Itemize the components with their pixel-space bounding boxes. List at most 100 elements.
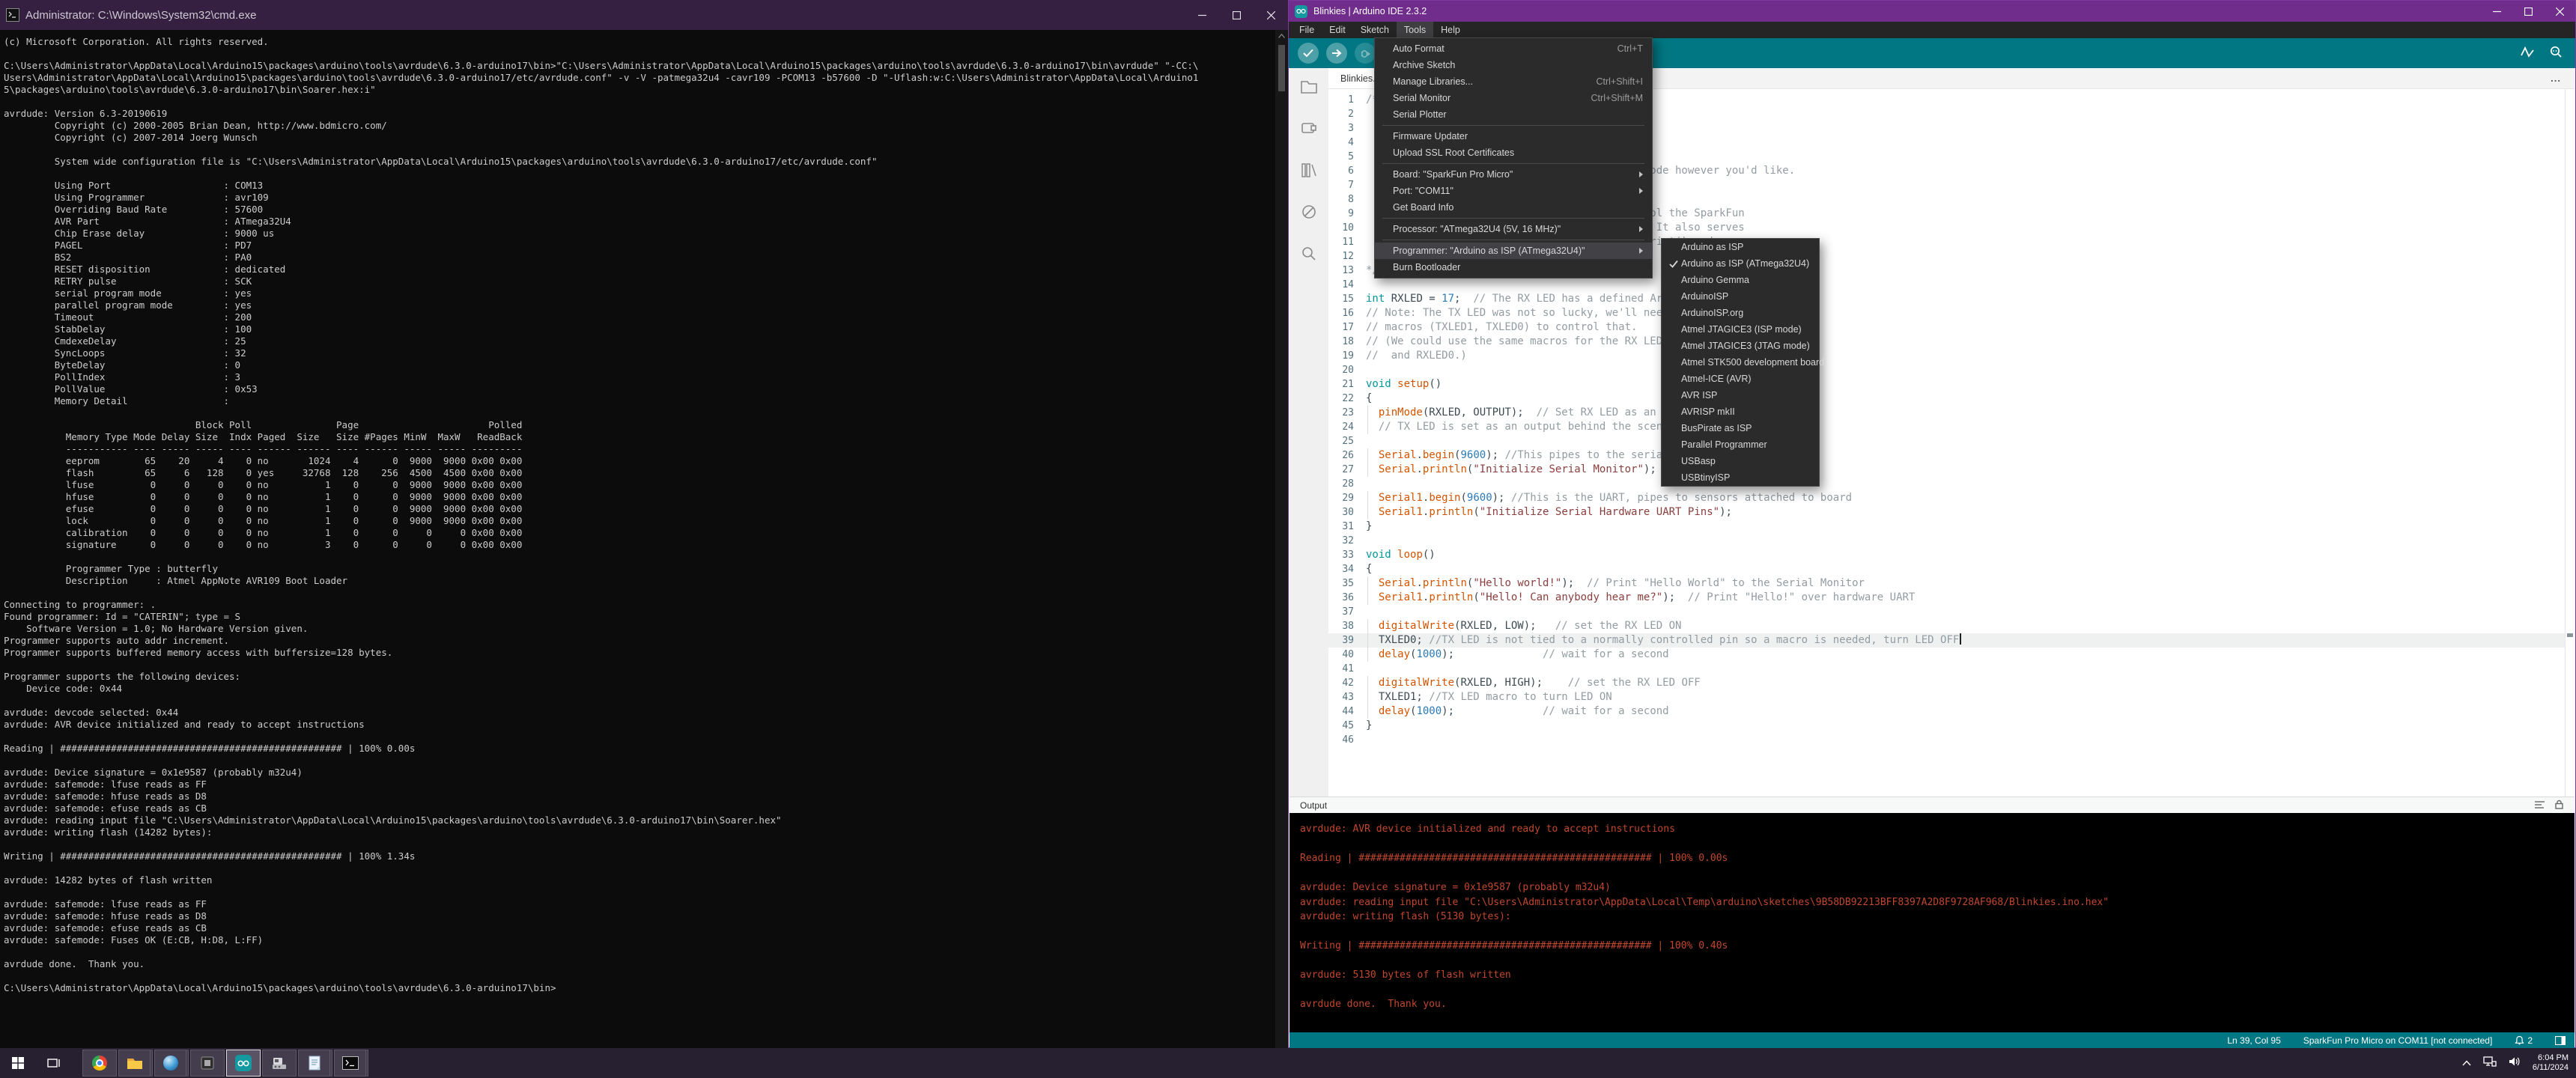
programmer-option[interactable]: Arduino Gemma	[1662, 272, 1819, 288]
tab-more-actions[interactable]: ...	[2551, 73, 2561, 84]
editor-line[interactable]: 38 digitalWrite(RXLED, LOW); // set the …	[1328, 619, 2575, 633]
boards-manager-icon[interactable]	[1298, 118, 1319, 138]
editor-line[interactable]: 28	[1328, 477, 2575, 491]
taskbar-app-file-explorer[interactable]	[118, 1050, 153, 1077]
cmd-titlebar[interactable]: Administrator: C:\Windows\System32\cmd.e…	[0, 0, 1288, 30]
menubar-item-tools[interactable]: Tools	[1397, 22, 1433, 38]
programmer-option[interactable]: Parallel Programmer	[1662, 436, 1819, 453]
scroll-up-icon[interactable]	[1275, 30, 1288, 42]
taskbar-app-chrome[interactable]	[82, 1050, 117, 1077]
editor-line[interactable]: 26 Serial.begin(9600); //This pipes to t…	[1328, 448, 2575, 463]
editor-line[interactable]: 41	[1328, 662, 2575, 676]
tools-menu-item[interactable]: Port: "COM11"	[1375, 183, 1652, 199]
toggle-panel-icon[interactable]	[2555, 1036, 2566, 1045]
tools-menu-item[interactable]: Manage Libraries...Ctrl+Shift+I	[1375, 73, 1652, 90]
programmer-option[interactable]: Arduino as ISP	[1662, 239, 1819, 255]
library-manager-icon[interactable]	[1298, 159, 1319, 180]
editor-line[interactable]: 27 Serial.println("Initialize Serial Mon…	[1328, 463, 2575, 477]
programmer-option[interactable]: Atmel JTAGICE3 (JTAG mode)	[1662, 338, 1819, 354]
editor-line[interactable]: 42 digitalWrite(RXLED, HIGH); // set the…	[1328, 676, 2575, 690]
tools-menu-item[interactable]: Processor: "ATmega32U4 (5V, 16 MHz)"	[1375, 221, 1652, 237]
serial-monitor-icon[interactable]	[2548, 45, 2563, 62]
editor-line[interactable]: 29 Serial1.begin(9600); //This is the UA…	[1328, 491, 2575, 505]
start-button[interactable]	[0, 1048, 36, 1078]
editor-line[interactable]: 37	[1328, 605, 2575, 619]
programmer-option[interactable]: Arduino as ISP (ATmega32U4)	[1662, 255, 1819, 272]
editor-line[interactable]: 31}	[1328, 520, 2575, 534]
taskbar-app-internet-explorer[interactable]	[154, 1050, 189, 1077]
editor-line[interactable]: 46	[1328, 733, 2575, 747]
editor-line[interactable]: 34{	[1328, 562, 2575, 576]
editor-line[interactable]: 25	[1328, 434, 2575, 448]
clear-output-icon[interactable]	[2534, 800, 2545, 811]
cmd-maximize-button[interactable]	[1219, 0, 1254, 30]
output-console[interactable]: avrdude: AVR device initialized and read…	[1289, 813, 2575, 1032]
editor-line[interactable]: 40 delay(1000); // wait for a second	[1328, 648, 2575, 662]
editor-line[interactable]: 35 Serial.println("Hello world!"); // Pr…	[1328, 576, 2575, 591]
tools-menu-item[interactable]: Programmer: "Arduino as ISP (ATmega32U4)…	[1375, 243, 1652, 259]
programmer-option[interactable]: Atmel-ICE (AVR)	[1662, 371, 1819, 387]
editor-line[interactable]: 32	[1328, 534, 2575, 548]
programmer-option[interactable]: Atmel STK500 development board	[1662, 354, 1819, 371]
taskbar-app-device[interactable]	[262, 1050, 297, 1077]
editor-line[interactable]: 22{	[1328, 392, 2575, 406]
editor-line[interactable]: 19// and RXLED0.)	[1328, 349, 2575, 363]
editor-line[interactable]: 45}	[1328, 719, 2575, 733]
search-icon[interactable]	[1298, 243, 1319, 264]
verify-button[interactable]	[1298, 43, 1319, 64]
programmer-option[interactable]: AVRISP mkII	[1662, 404, 1819, 420]
programmer-option[interactable]: ArduinoISP	[1662, 288, 1819, 305]
taskbar-clock[interactable]: 6:04 PM 6/11/2024	[2533, 1053, 2569, 1073]
ide-close-button[interactable]	[2544, 1, 2575, 22]
editor-line[interactable]: 20	[1328, 363, 2575, 377]
menubar-item-edit[interactable]: Edit	[1322, 22, 1353, 38]
editor-line[interactable]: 15int RXLED = 17; // The RX LED has a de…	[1328, 292, 2575, 306]
editor-overview-ruler[interactable]	[2565, 89, 2575, 797]
editor-line[interactable]: 23 pinMode(RXLED, OUTPUT); // Set RX LED…	[1328, 406, 2575, 420]
terminal-output[interactable]: (c) Microsoft Corporation. All rights re…	[4, 30, 1275, 1048]
editor-line[interactable]: 17// macros (TXLED1, TXLED0) to control …	[1328, 320, 2575, 335]
menubar-item-file[interactable]: File	[1292, 22, 1322, 38]
ide-minimize-button[interactable]	[2481, 1, 2512, 22]
editor-line[interactable]: 39 TXLED0; //TX LED is not tied to a nor…	[1328, 633, 2575, 648]
cmd-minimize-button[interactable]	[1185, 0, 1219, 30]
tools-menu-item[interactable]: Serial MonitorCtrl+Shift+M	[1375, 90, 1652, 106]
editor-line[interactable]: 33void loop()	[1328, 548, 2575, 562]
editor-line[interactable]: 14	[1328, 278, 2575, 292]
taskbar-app-chip[interactable]	[190, 1050, 225, 1077]
taskbar-app-arduino-ide[interactable]	[226, 1050, 261, 1077]
programmer-option[interactable]: USBasp	[1662, 453, 1819, 469]
tools-menu-item[interactable]: Board: "SparkFun Pro Micro"	[1375, 166, 1652, 183]
cmd-close-button[interactable]	[1254, 0, 1288, 30]
serial-plotter-icon[interactable]	[2520, 45, 2535, 62]
tools-menu-item[interactable]: Upload SSL Root Certificates	[1375, 144, 1652, 161]
task-view-button[interactable]	[36, 1048, 72, 1078]
editor-line[interactable]: 18// (We could use the same macros for t…	[1328, 335, 2575, 349]
taskbar-app-notepad[interactable]	[298, 1050, 332, 1077]
debug-button[interactable]	[1355, 43, 1376, 64]
terminal-scrollbar[interactable]	[1275, 30, 1288, 1048]
editor-line[interactable]: 44 delay(1000); // wait for a second	[1328, 704, 2575, 719]
programmer-option[interactable]: ArduinoISP.org	[1662, 305, 1819, 321]
editor-line[interactable]: 43 TXLED1; //TX LED macro to turn LED ON	[1328, 690, 2575, 704]
menubar-item-help[interactable]: Help	[1433, 22, 1468, 38]
menubar-item-sketch[interactable]: Sketch	[1353, 22, 1397, 38]
tools-menu-item[interactable]: Firmware Updater	[1375, 128, 1652, 144]
programmer-option[interactable]: BusPirate as ISP	[1662, 420, 1819, 436]
tray-chevron-icon[interactable]	[2462, 1056, 2471, 1070]
scrollbar-thumb[interactable]	[1278, 45, 1285, 91]
editor-line[interactable]: 16// Note: The TX LED was not so lucky, …	[1328, 306, 2575, 320]
notifications-button[interactable]: 2	[2515, 1035, 2533, 1046]
tools-menu-item[interactable]: Auto FormatCtrl+T	[1375, 40, 1652, 57]
programmer-option[interactable]: USBtinyISP	[1662, 469, 1819, 486]
ide-maximize-button[interactable]	[2512, 1, 2544, 22]
volume-icon[interactable]	[2509, 1056, 2521, 1071]
taskbar-app-cmd[interactable]	[334, 1050, 368, 1077]
scroll-lock-icon[interactable]	[2554, 800, 2564, 811]
ide-titlebar[interactable]: Blinkies | Arduino IDE 2.3.2	[1289, 1, 2575, 22]
tools-menu-item[interactable]: Burn Bootloader	[1375, 259, 1652, 275]
editor-line[interactable]: 21void setup()	[1328, 377, 2575, 392]
board-port-status[interactable]: SparkFun Pro Micro on COM11 [not connect…	[2303, 1035, 2493, 1046]
tools-menu-item[interactable]: Serial Plotter	[1375, 106, 1652, 123]
editor-line[interactable]: 24 // TX LED is set as an output behind …	[1328, 420, 2575, 434]
